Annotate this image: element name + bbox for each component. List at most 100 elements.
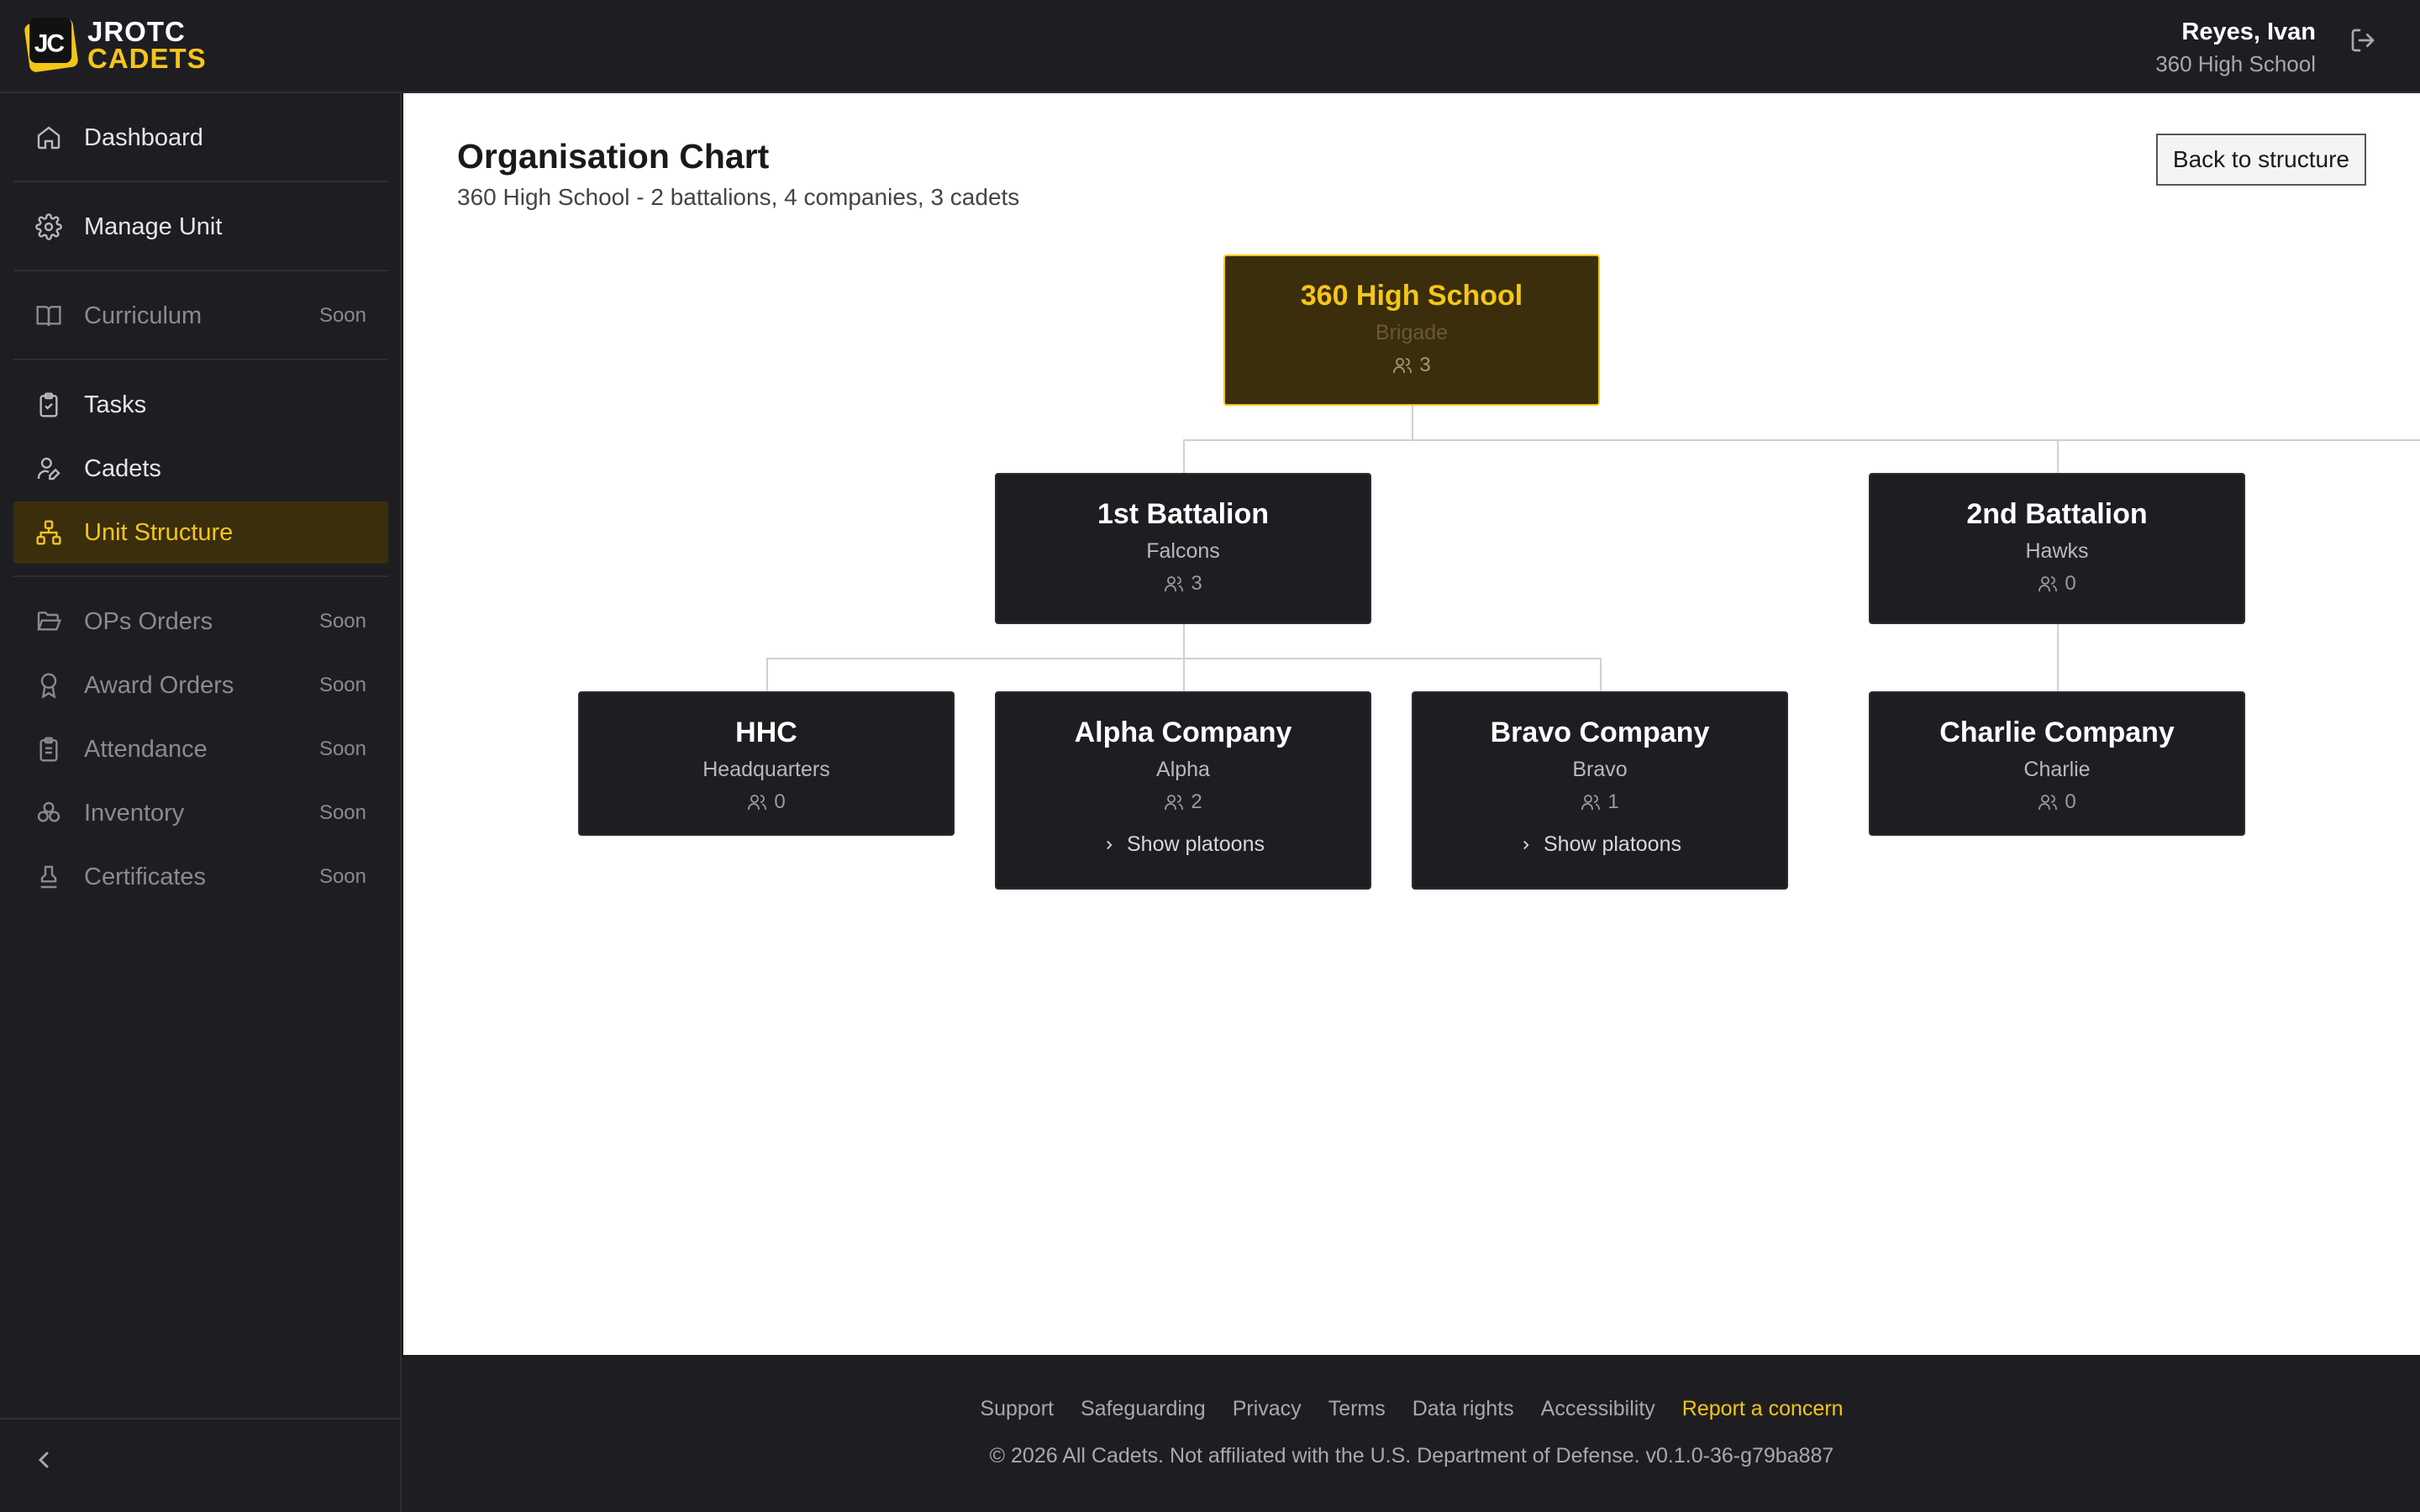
sidebar-item-inventory[interactable]: Inventory Soon	[13, 782, 388, 844]
node-name: Alpha Company	[1074, 717, 1292, 748]
sidebar-item-ops-orders[interactable]: OPs Orders Soon	[13, 591, 388, 653]
node-type: Hawks	[2025, 539, 2089, 563]
sidebar-item-certificates[interactable]: Certificates Soon	[13, 846, 388, 908]
users-icon	[1581, 795, 1601, 810]
node-name: HHC	[735, 717, 797, 748]
show-platoons-button[interactable]: Show platoons	[997, 832, 1370, 857]
divider	[13, 575, 388, 577]
users-icon	[2039, 795, 2058, 810]
node-count-value: 1	[1607, 790, 1619, 813]
connector-line	[766, 658, 768, 691]
sidebar-item-label: Manage Unit	[84, 213, 223, 240]
node-count-value: 3	[1419, 354, 1431, 376]
node-count: 3	[1225, 354, 1598, 377]
award-icon	[34, 670, 64, 701]
sidebar-item-curriculum[interactable]: Curriculum Soon	[13, 285, 388, 347]
sidebar-item-dashboard[interactable]: Dashboard	[13, 107, 388, 169]
users-icon	[1165, 576, 1184, 591]
back-to-structure-button[interactable]: Back to structure	[2155, 134, 2366, 186]
sidebar-item-attendance[interactable]: Attendance Soon	[13, 718, 388, 780]
node-count-value: 0	[774, 790, 786, 813]
sidebar-item-cadets[interactable]: Cadets	[13, 438, 388, 500]
org-node-hhc[interactable]: HHC Headquarters 0	[578, 691, 955, 836]
sidebar-item-manage-unit[interactable]: Manage Unit	[13, 196, 388, 258]
sidebar-item-unit-structure[interactable]: Unit Structure	[13, 501, 388, 564]
node-name: 2nd Battalion	[1966, 498, 2148, 530]
node-count-value: 0	[2065, 572, 2076, 595]
show-platoons-button[interactable]: Show platoons	[1413, 832, 1786, 857]
sidebar-item-label: Unit Structure	[84, 518, 234, 546]
divider	[13, 181, 388, 182]
org-node-bravo-company[interactable]: Bravo Company Bravo 1 Show platoons	[1412, 691, 1788, 890]
node-type: Bravo	[1572, 758, 1628, 781]
org-node-alpha-company[interactable]: Alpha Company Alpha 2 Show platoons	[995, 691, 1371, 890]
logo-line-2: CADETS	[87, 43, 207, 74]
user-name: Reyes, Ivan	[2181, 18, 2316, 45]
users-icon	[1393, 358, 1413, 373]
connector-line	[1183, 439, 1185, 473]
sidebar-item-tasks[interactable]: Tasks	[13, 374, 388, 436]
sidebar-item-award-orders[interactable]: Award Orders Soon	[13, 654, 388, 717]
connector-line	[1183, 624, 1185, 658]
footer-links: Support Safeguarding Privacy Terms Data …	[403, 1397, 2420, 1421]
node-count: 0	[1870, 790, 2244, 814]
chevron-left-icon[interactable]	[30, 1446, 57, 1473]
gear-icon	[34, 212, 64, 242]
page-subtitle: 360 High School - 2 battalions, 4 compan…	[457, 184, 1020, 210]
users-icon	[748, 795, 767, 810]
soon-badge: Soon	[318, 738, 366, 760]
home-icon	[34, 123, 64, 153]
user-info: Reyes, Ivan 360 High School	[2155, 18, 2316, 77]
page-title: Organisation Chart	[457, 137, 770, 176]
footer-link-privacy[interactable]: Privacy	[1233, 1397, 1302, 1421]
stamp-icon	[34, 862, 64, 892]
footer-copyright: © 2026 All Cadets. Not affiliated with t…	[989, 1444, 1834, 1467]
footer-link-safeguarding[interactable]: Safeguarding	[1081, 1397, 1206, 1421]
node-count: 1	[1413, 790, 1786, 814]
footer-link-accessibility[interactable]: Accessibility	[1541, 1397, 1655, 1421]
connector-line	[1412, 406, 1413, 439]
soon-badge: Soon	[318, 865, 366, 888]
logo-badge: JC	[24, 18, 79, 73]
sidebar: Dashboard Manage Unit Curriculum Soon Ta…	[0, 93, 402, 1512]
node-type: Falcons	[1146, 539, 1220, 563]
user-edit-icon	[34, 454, 64, 484]
soon-badge: Soon	[318, 304, 366, 327]
connector-line	[2057, 439, 2059, 473]
org-node-1st-battalion[interactable]: 1st Battalion Falcons 3	[995, 473, 1371, 624]
footer-link-report-concern[interactable]: Report a concern	[1682, 1397, 1844, 1421]
org-node-root[interactable]: 360 High School Brigade 3	[1223, 255, 1600, 406]
org-node-charlie-company[interactable]: Charlie Company Charlie 0	[1869, 691, 2245, 836]
footer: Support Safeguarding Privacy Terms Data …	[403, 1355, 2420, 1512]
main-content: Organisation Chart 360 High School - 2 b…	[403, 93, 2420, 1355]
divider	[13, 270, 388, 271]
divider	[13, 359, 388, 360]
sidebar-item-label: Award Orders	[84, 671, 234, 699]
node-name: Bravo Company	[1490, 717, 1710, 748]
footer-link-terms[interactable]: Terms	[1328, 1397, 1386, 1421]
app-logo[interactable]: JC JROTC CADETS	[24, 18, 207, 74]
logo-badge-text: JC	[34, 29, 64, 58]
node-name: 360 High School	[1300, 280, 1523, 312]
node-count: 2	[997, 790, 1370, 814]
org-node-2nd-battalion[interactable]: 2nd Battalion Hawks 0	[1869, 473, 2245, 624]
connector-line	[1183, 658, 1185, 691]
node-count: 0	[580, 790, 953, 814]
footer-link-support[interactable]: Support	[980, 1397, 1054, 1421]
logout-icon[interactable]	[2349, 27, 2376, 54]
connector-line	[1183, 439, 2420, 441]
sidebar-item-label: OPs Orders	[84, 607, 213, 635]
chevron-right-icon	[1523, 840, 1529, 849]
footer-link-data-rights[interactable]: Data rights	[1413, 1397, 1514, 1421]
node-name: 1st Battalion	[1097, 498, 1270, 530]
sidebar-item-label: Dashboard	[84, 123, 203, 151]
show-platoons-label: Show platoons	[1543, 832, 1681, 856]
users-icon	[2039, 576, 2058, 591]
boxes-icon	[34, 798, 64, 828]
node-count: 3	[997, 572, 1370, 596]
node-type: Brigade	[1375, 321, 1449, 344]
soon-badge: Soon	[318, 801, 366, 824]
node-count-value: 0	[2065, 790, 2076, 813]
chevron-right-icon	[1107, 840, 1113, 849]
connector-line	[2057, 624, 2059, 691]
